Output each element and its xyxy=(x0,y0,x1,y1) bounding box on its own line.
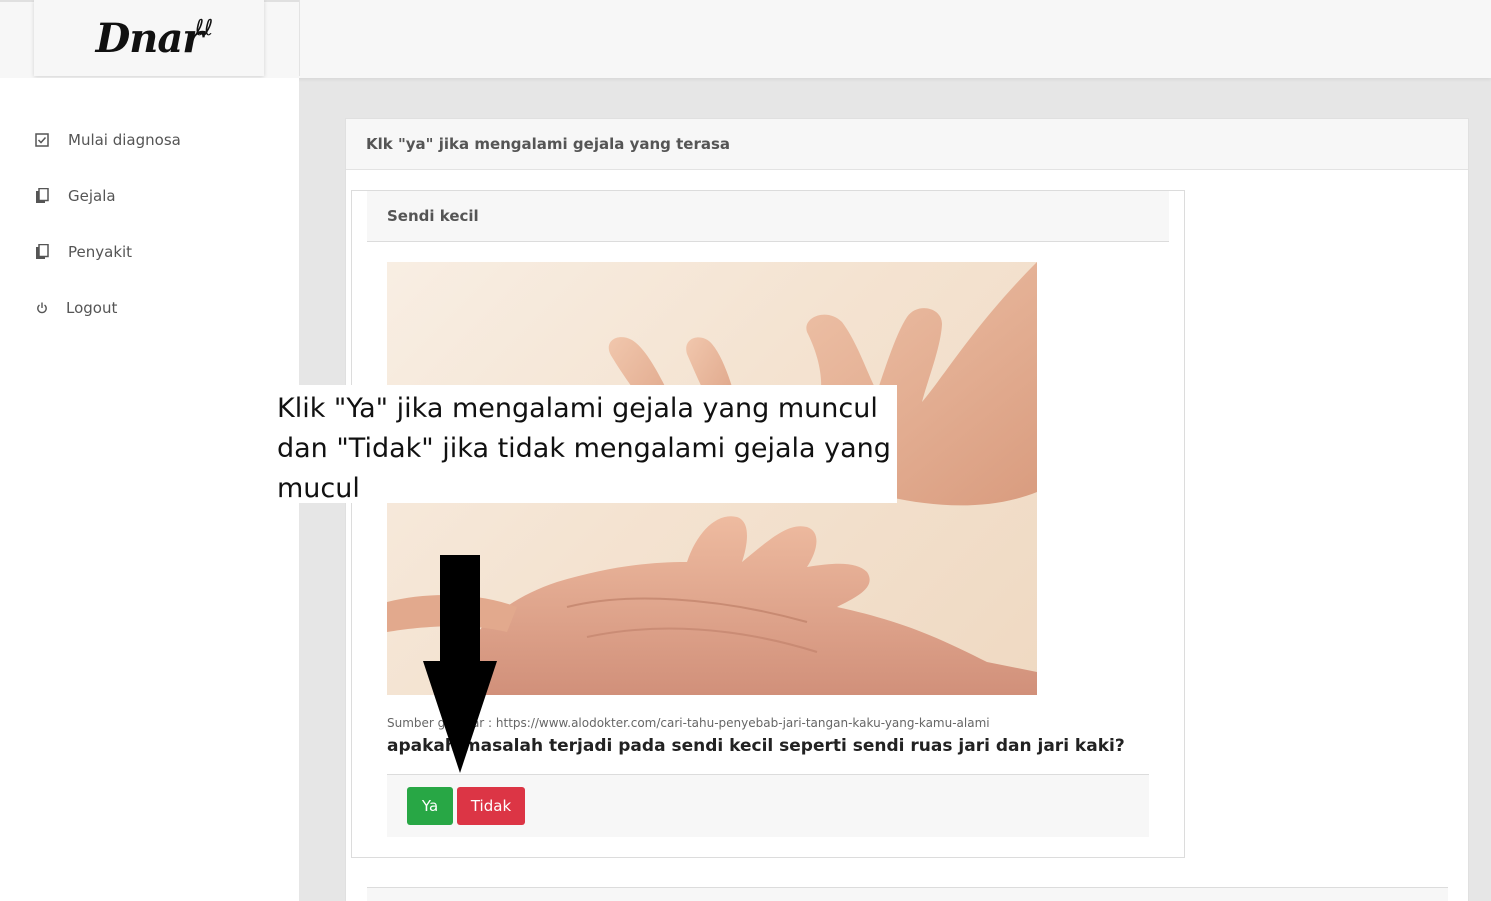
sidebar-item-logout[interactable]: Logout xyxy=(34,294,117,322)
next-card-header xyxy=(367,887,1448,901)
pointer-arrow-icon xyxy=(423,555,497,773)
sidebar-item-label: Penyakit xyxy=(68,243,133,261)
power-icon xyxy=(34,300,50,316)
sidebar-item-gejala[interactable]: Gejala xyxy=(34,182,116,210)
logo-text: Dnar xyxy=(95,14,204,62)
checkbox-icon xyxy=(34,132,50,148)
instruction-callout: Klik "Ya" jika mengalami gejala yang mun… xyxy=(272,385,897,504)
yes-button[interactable]: Ya xyxy=(407,787,453,825)
sidebar-item-label: Gejala xyxy=(68,187,116,205)
card-title: Klk "ya" jika mengalami gejala yang tera… xyxy=(346,119,1468,170)
sidebar-item-label: Logout xyxy=(66,299,118,317)
symptom-title: Sendi kecil xyxy=(367,191,1169,242)
no-button[interactable]: Tidak xyxy=(457,787,525,825)
document-icon xyxy=(34,244,50,260)
logo-mark: ℓℓ xyxy=(195,16,214,41)
sidebar-item-penyakit[interactable]: Penyakit xyxy=(34,238,132,266)
document-icon xyxy=(34,188,50,204)
logo[interactable]: Dnar ℓℓ xyxy=(34,0,264,76)
sidebar-item-mulai-diagnosa[interactable]: Mulai diagnosa xyxy=(34,126,181,154)
sidebar-item-label: Mulai diagnosa xyxy=(68,131,181,149)
top-navbar xyxy=(299,0,1491,76)
